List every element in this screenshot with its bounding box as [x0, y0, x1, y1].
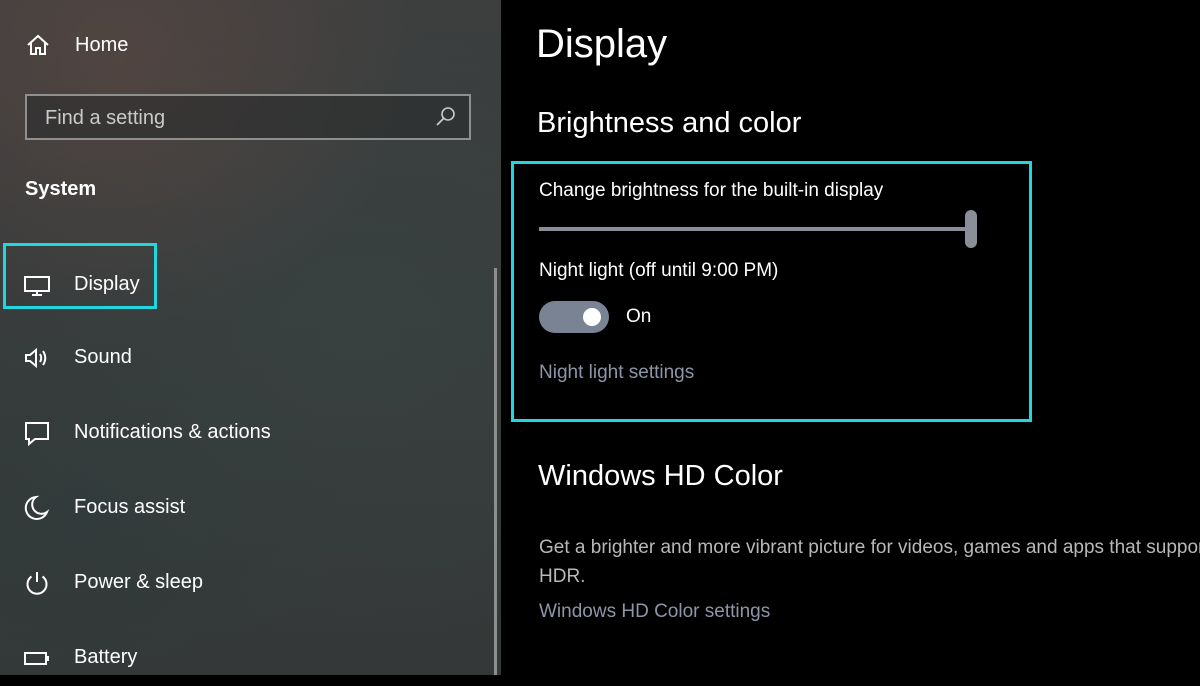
sidebar-item-battery[interactable]: Battery	[0, 630, 480, 686]
night-light-label: Night light (off until 9:00 PM)	[539, 260, 779, 281]
sidebar-item-label: Power & sleep	[74, 571, 203, 593]
sidebar-item-label: Sound	[74, 346, 132, 368]
sidebar-item-label: Battery	[74, 646, 138, 668]
page-title: Display	[536, 22, 668, 66]
sidebar-item-display[interactable]: Display	[0, 243, 480, 313]
hd-color-settings-link[interactable]: Windows HD Color settings	[539, 601, 770, 623]
moon-icon	[24, 495, 50, 520]
display-settings-page: Display Brightness and color Change brig…	[501, 0, 1200, 675]
night-light-settings-link[interactable]: Night light settings	[539, 362, 694, 384]
hd-color-title: Windows HD Color	[538, 460, 783, 492]
search-box	[25, 94, 471, 140]
slider-fill	[539, 227, 971, 231]
home-nav-item[interactable]: Home	[0, 22, 480, 68]
speaker-icon	[25, 347, 47, 369]
settings-sidebar: Home System Display Sound Notificat	[0, 0, 501, 675]
brightness-label: Change brightness for the built-in displ…	[539, 180, 884, 201]
message-icon	[25, 422, 49, 446]
sidebar-item-power-sleep[interactable]: Power & sleep	[0, 555, 480, 611]
section-title-system: System	[25, 178, 97, 200]
power-icon	[26, 572, 48, 595]
sidebar-item-notifications[interactable]: Notifications & actions	[0, 405, 480, 461]
sidebar-item-label: Notifications & actions	[74, 421, 271, 443]
brightness-slider[interactable]	[539, 210, 979, 250]
hd-color-description: Get a brighter and more vibrant picture …	[539, 537, 1200, 587]
search-icon[interactable]	[435, 106, 457, 128]
monitor-icon	[24, 276, 50, 296]
home-icon	[27, 34, 49, 55]
slider-thumb[interactable]	[965, 210, 977, 248]
sidebar-item-sound[interactable]: Sound	[0, 330, 480, 386]
night-light-toggle[interactable]	[539, 301, 609, 333]
sidebar-scrollbar[interactable]	[494, 268, 497, 675]
brightness-section-title: Brightness and color	[537, 107, 802, 139]
sidebar-item-focus-assist[interactable]: Focus assist	[0, 480, 480, 536]
night-light-toggle-state: On	[626, 306, 652, 327]
toggle-knob	[583, 308, 601, 326]
battery-icon	[24, 652, 49, 665]
home-label: Home	[75, 34, 129, 56]
sidebar-item-label: Display	[74, 273, 140, 295]
search-input[interactable]	[43, 104, 427, 132]
sidebar-item-label: Focus assist	[74, 496, 186, 518]
